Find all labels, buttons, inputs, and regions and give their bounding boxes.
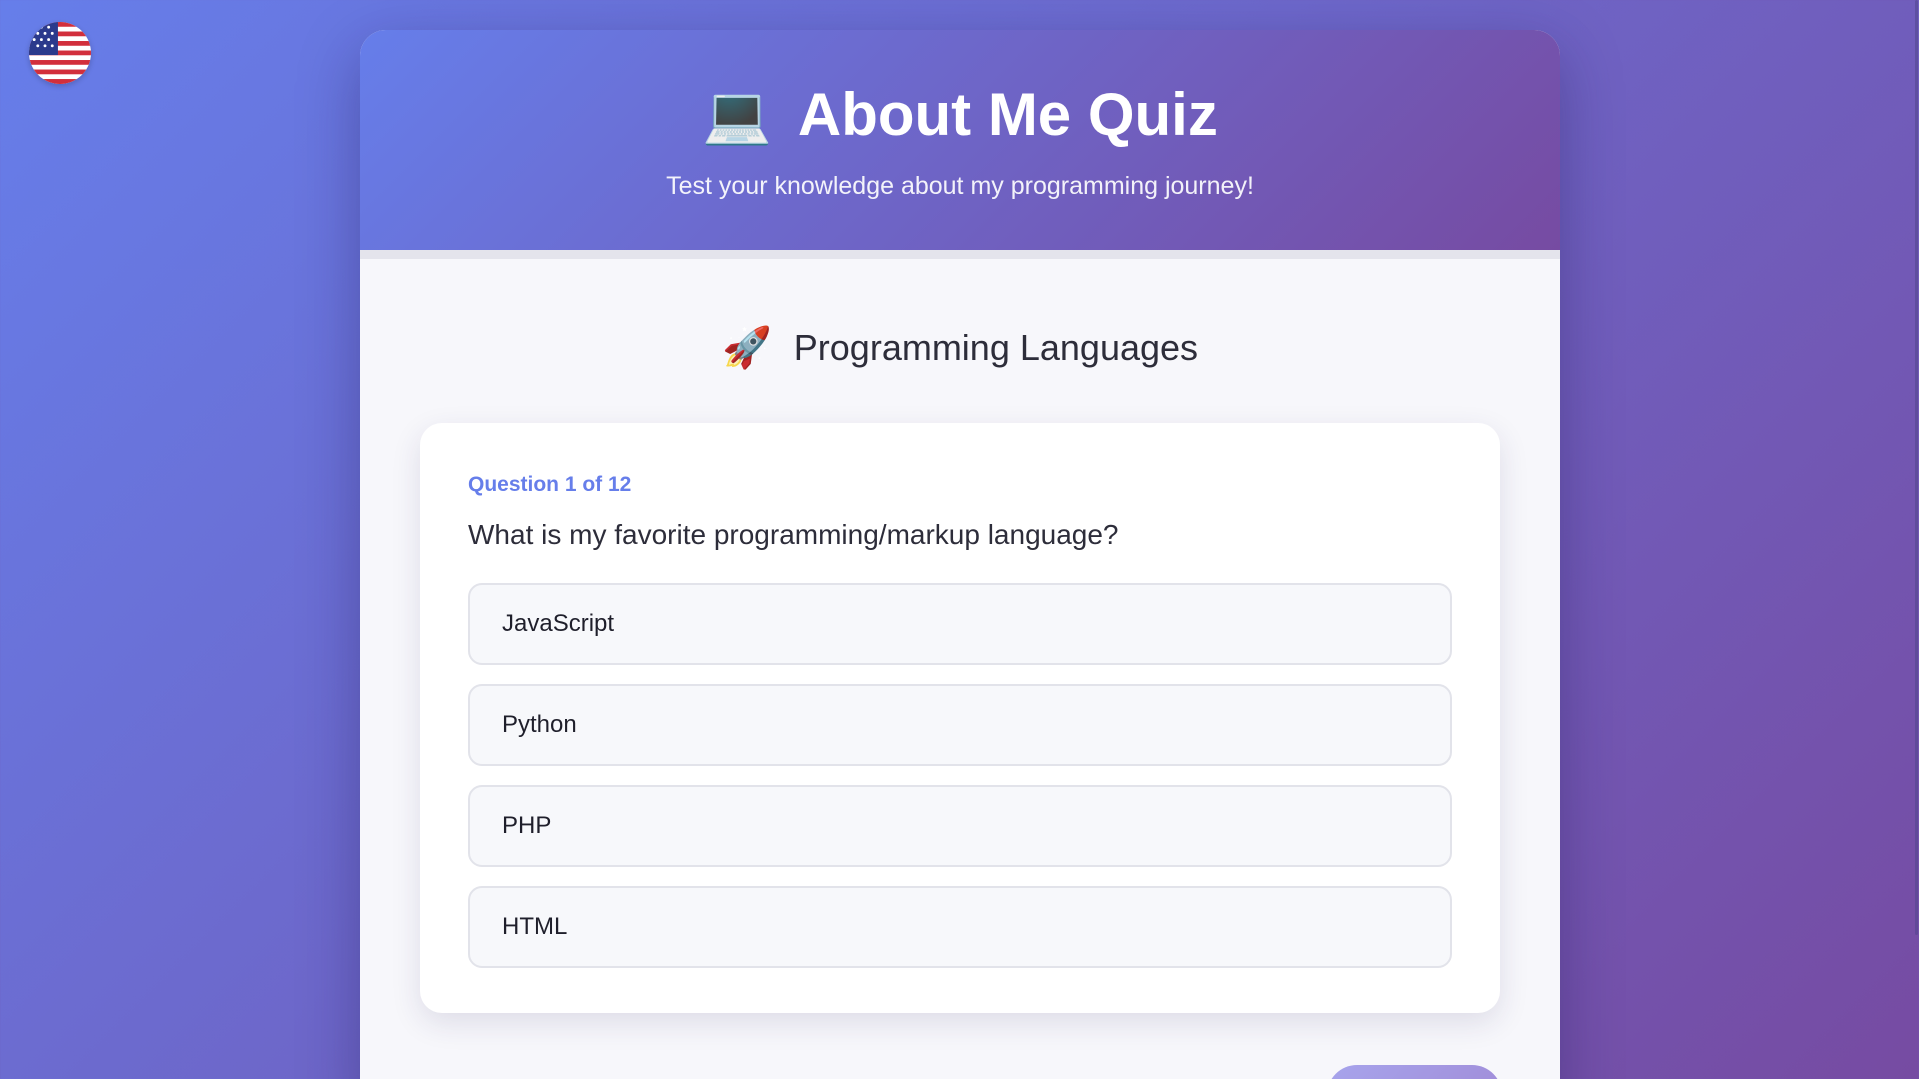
question-counter: Question 1 of 12 bbox=[468, 473, 632, 496]
answer-option-python[interactable]: Python bbox=[468, 684, 1452, 766]
page-title-text: About Me Quiz bbox=[797, 81, 1218, 148]
question-text: What is my favorite programming/markup l… bbox=[468, 519, 1119, 550]
quiz-header: 💻 About Me Quiz Test your knowledge abou… bbox=[360, 30, 1560, 250]
rocket-icon: 🚀 bbox=[721, 326, 772, 370]
language-flag-button[interactable] bbox=[29, 22, 91, 84]
answer-option-javascript[interactable]: JavaScript bbox=[468, 583, 1452, 665]
answer-options: JavaScript Python PHP HTML bbox=[468, 583, 1452, 968]
progress-bar bbox=[360, 250, 1560, 259]
question-card: Question 1 of 12 What is my favorite pro… bbox=[420, 423, 1500, 1013]
section-heading: 🚀 Programming Languages bbox=[360, 327, 1560, 369]
answer-option-html[interactable]: HTML bbox=[468, 886, 1452, 968]
page-subtitle: Test your knowledge about my programming… bbox=[666, 172, 1254, 200]
laptop-icon: 💻 bbox=[702, 83, 772, 146]
scrollbar[interactable] bbox=[1913, 0, 1919, 1079]
us-flag-icon bbox=[29, 22, 91, 84]
answer-option-php[interactable]: PHP bbox=[468, 785, 1452, 867]
next-button[interactable] bbox=[1327, 1065, 1502, 1079]
section-title: Programming Languages bbox=[793, 327, 1199, 368]
quiz-card: 💻 About Me Quiz Test your knowledge abou… bbox=[360, 30, 1560, 1079]
scrollbar-thumb[interactable] bbox=[1915, 0, 1918, 935]
page-title: 💻 About Me Quiz bbox=[702, 82, 1218, 148]
